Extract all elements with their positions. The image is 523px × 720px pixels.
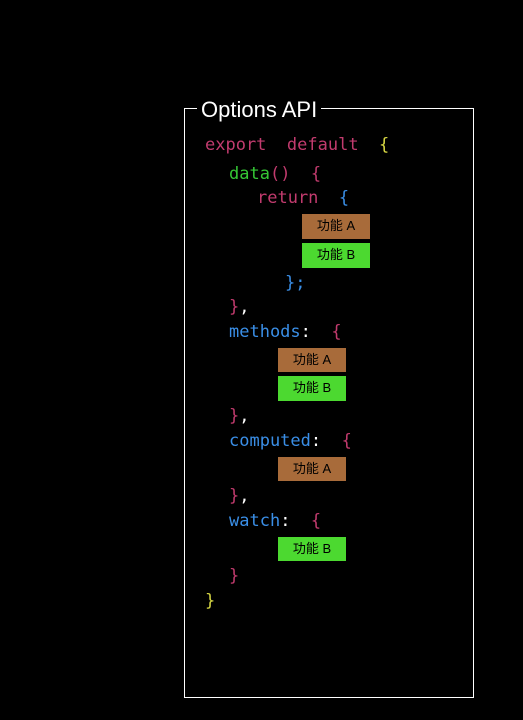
brace-close: }; <box>285 273 305 293</box>
computed-badge-a-row: 功能 A <box>205 456 453 483</box>
keyword-computed: computed <box>229 431 311 451</box>
brace-open: { <box>311 164 321 184</box>
keyword-watch: watch <box>229 511 280 531</box>
line-watch: watch: { <box>205 509 453 534</box>
line-methods: methods: { <box>205 320 453 345</box>
brace-close: } <box>229 486 239 506</box>
watch-badge-b-row: 功能 B <box>205 536 453 563</box>
brace-close: } <box>229 566 239 586</box>
keyword-data: data <box>229 164 270 184</box>
line-computed: computed: { <box>205 429 453 454</box>
comma: , <box>239 406 249 426</box>
line-data: data() { <box>205 162 453 187</box>
colon: : <box>280 511 290 531</box>
line-methods-close: }, <box>205 404 453 429</box>
brace-open: { <box>339 188 349 208</box>
line-export-close: } <box>205 589 453 614</box>
colon: : <box>301 322 311 342</box>
options-api-panel: Options API export default { data() { re… <box>184 108 474 698</box>
brace-close: } <box>229 297 239 317</box>
line-return: return { <box>205 186 453 211</box>
feature-a-badge: 功能 A <box>277 456 347 483</box>
keyword-default: default <box>287 135 359 155</box>
line-watch-close: } <box>205 564 453 589</box>
brace-open: { <box>379 135 389 155</box>
comma: , <box>239 486 249 506</box>
methods-badge-b-row: 功能 B <box>205 375 453 402</box>
paren: () <box>270 164 290 184</box>
feature-b-badge: 功能 B <box>277 536 347 563</box>
colon: : <box>311 431 321 451</box>
brace-close: } <box>205 591 215 611</box>
line-computed-close: }, <box>205 484 453 509</box>
code-block: export default { data() { return { 功能 A … <box>185 109 473 634</box>
brace-open: { <box>331 322 341 342</box>
line-return-close: }; <box>205 271 453 296</box>
data-badge-b-row: 功能 B <box>205 242 453 269</box>
line-export: export default { <box>205 133 453 158</box>
brace-close: } <box>229 406 239 426</box>
panel-title: Options API <box>197 97 321 123</box>
comma: , <box>239 297 249 317</box>
keyword-export: export <box>205 135 266 155</box>
line-data-close: }, <box>205 295 453 320</box>
feature-a-badge: 功能 A <box>277 347 347 374</box>
data-badge-a-row: 功能 A <box>205 213 453 240</box>
keyword-return: return <box>257 188 318 208</box>
keyword-methods: methods <box>229 322 301 342</box>
feature-b-badge: 功能 B <box>301 242 371 269</box>
brace-open: { <box>311 511 321 531</box>
brace-open: { <box>342 431 352 451</box>
feature-a-badge: 功能 A <box>301 213 371 240</box>
methods-badge-a-row: 功能 A <box>205 347 453 374</box>
feature-b-badge: 功能 B <box>277 375 347 402</box>
